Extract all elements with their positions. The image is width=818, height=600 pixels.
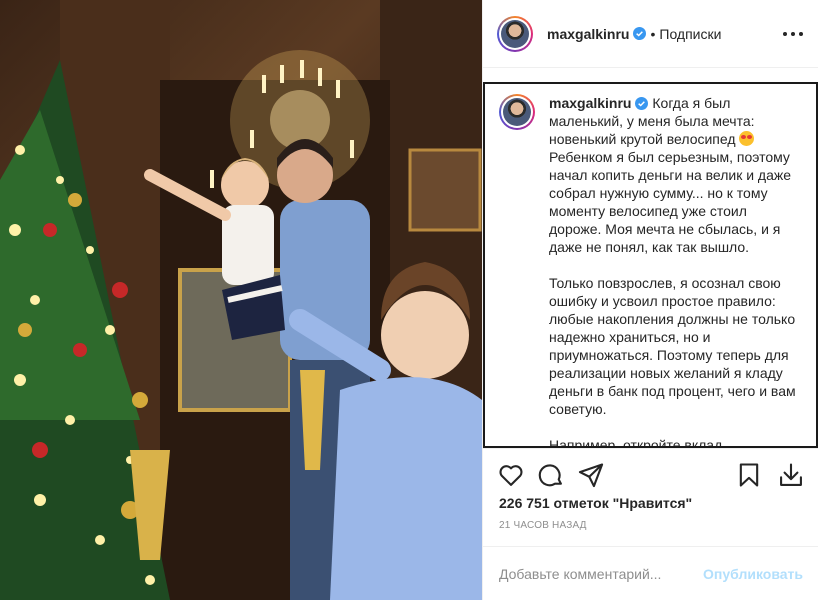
caption-text: maxgalkinru Когда я был маленький, у мен…	[549, 94, 799, 448]
post-photo[interactable]	[0, 0, 482, 600]
bookmark-icon[interactable]	[735, 461, 763, 489]
author-username[interactable]: maxgalkinru	[547, 26, 629, 42]
caption-line-2: Ребенком я был серьезным, поэтому начал …	[549, 149, 792, 255]
add-comment-bar: Опубликовать	[483, 546, 818, 600]
caption-comment: maxgalkinru Когда я был маленький, у мен…	[499, 94, 799, 448]
post-actions-bar	[483, 448, 818, 500]
share-icon[interactable]	[577, 461, 605, 489]
caption-paragraph: maxgalkinru Когда я был маленький, у мен…	[549, 94, 799, 256]
likes-count[interactable]: 226 751 отметок "Нравится"	[499, 495, 692, 511]
following-button[interactable]: Подписки	[659, 26, 721, 42]
separator-dot: •	[650, 25, 656, 42]
more-icon[interactable]	[783, 24, 803, 44]
post-timestamp[interactable]: 21 ЧАСОВ НАЗАД	[499, 520, 587, 531]
download-icon[interactable]	[777, 461, 805, 489]
family-christmas-photo	[0, 0, 482, 600]
verified-badge-icon	[635, 97, 649, 110]
caption-paragraph: Например, откройте вклад	[549, 437, 723, 448]
instagram-post-window: maxgalkinru • Подписки maxgalkinru Когда…	[0, 0, 818, 600]
heart-icon[interactable]	[497, 461, 525, 489]
author-avatar[interactable]	[497, 15, 533, 52]
post-header: maxgalkinru • Подписки	[483, 0, 818, 68]
avatar-image	[501, 19, 529, 48]
caption-paragraph: Только повзрослев, я осознал свою ошибку…	[549, 275, 796, 417]
caption-author-avatar[interactable]	[499, 94, 535, 130]
caption-username[interactable]: maxgalkinru	[549, 95, 631, 111]
post-side-panel: maxgalkinru • Подписки maxgalkinru Когда…	[482, 0, 818, 600]
caption-scroll-area[interactable]: maxgalkinru Когда я был маленький, у мен…	[483, 82, 818, 448]
comment-icon[interactable]	[537, 461, 565, 489]
comment-input[interactable]	[499, 565, 699, 582]
verified-badge-icon	[633, 27, 647, 40]
heart-eyes-emoji-icon	[739, 131, 755, 146]
publish-button[interactable]: Опубликовать	[703, 566, 803, 582]
